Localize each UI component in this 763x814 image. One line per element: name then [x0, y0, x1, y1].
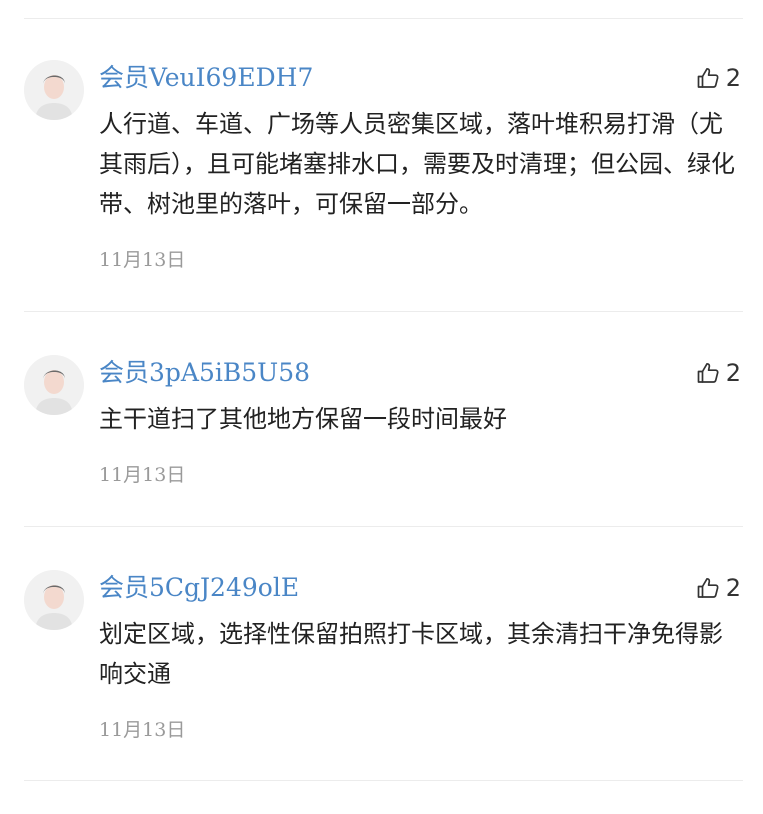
- default-avatar-icon: [24, 60, 84, 120]
- username-link[interactable]: 会员3pA5iB5U58: [99, 357, 310, 389]
- comment-date: 11月13日: [99, 464, 186, 486]
- thumbs-up-icon: [696, 576, 720, 600]
- comment-date: 11月13日: [99, 249, 186, 271]
- comment-text: 划定区域，选择性保留拍照打卡区域，其余清扫干净免得影响交通: [99, 620, 723, 688]
- like-button[interactable]: 2: [696, 62, 741, 94]
- thumbs-up-icon: [696, 361, 720, 385]
- like-button[interactable]: 2: [696, 357, 741, 389]
- like-count: 2: [725, 64, 741, 92]
- comment-text: 主干道扫了其他地方保留一段时间最好: [99, 405, 507, 433]
- username-link[interactable]: 会员VeuI69EDH7: [99, 62, 313, 94]
- like-button[interactable]: 2: [696, 572, 741, 604]
- username-link[interactable]: 会员5CgJ249olE: [99, 572, 299, 604]
- default-avatar-icon: [24, 355, 84, 415]
- avatar[interactable]: [24, 570, 84, 630]
- top-divider: [24, 18, 743, 19]
- like-count: 2: [725, 359, 741, 387]
- like-count: 2: [725, 574, 741, 602]
- thumbs-up-icon: [696, 66, 720, 90]
- comment-divider: [24, 311, 743, 312]
- avatar[interactable]: [24, 60, 84, 120]
- comment-text: 人行道、车道、广场等人员密集区域，落叶堆积易打滑（尤其雨后），且可能堵塞排水口，…: [99, 110, 735, 218]
- comment-date: 11月13日: [99, 719, 186, 741]
- bottom-divider: [24, 780, 743, 781]
- avatar[interactable]: [24, 355, 84, 415]
- default-avatar-icon: [24, 570, 84, 630]
- comment-divider: [24, 526, 743, 527]
